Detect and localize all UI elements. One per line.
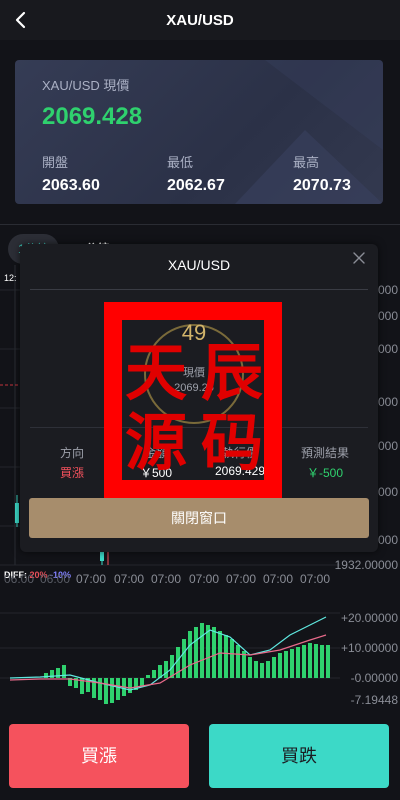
time-axis-tick: 07:00 [300,572,331,586]
stat-high-value: 2070.73 [293,177,351,194]
price-axis-tick: 1932.00000 [334,558,398,572]
quote-symbol-label: XAU/USD 現價 [42,78,130,93]
stamp-char: 天 [125,336,187,409]
section-divider [0,224,400,225]
stat-open-label: 開盤 [42,155,69,170]
stat-low: 最低 2062.67 [167,152,225,195]
time-axis-tick: 06:00 [4,572,35,586]
buy-down-button[interactable]: 買跌 [209,724,389,788]
buy-up-button[interactable]: 買漲 [9,724,189,788]
back-arrow-icon[interactable] [10,9,32,31]
summary-direction-value: 買漲 [59,466,84,480]
macd-axis-tick: +10.00000 [340,641,398,655]
time-axis-tick: 07:00 [76,572,107,586]
macd-axis-tick: -0.00000 [350,671,398,685]
modal-title: XAU/USD [167,257,231,273]
stat-high-label: 最高 [293,155,320,170]
stat-high: 最高 2070.73 [293,152,351,195]
stamp-char: 源 [125,406,187,479]
stat-open: 開盤 2063.60 [42,152,100,195]
quote-card: XAU/USD 現價 2069.428 開盤 2063.60 最低 2062.6… [15,60,383,204]
summary-result: 預測結果 ￥-500 [282,428,368,488]
time-axis-tick: 07:00 [151,572,182,586]
close-window-button[interactable]: 關閉窗口 [29,498,369,538]
summary-direction-label: 方向 [59,446,84,460]
page-title: XAU/USD [166,11,234,29]
app-header: XAU/USD [0,0,400,40]
time-axis-tick: 07:00 [263,572,294,586]
macd-axis-tick: -7.19448 [350,693,398,707]
watermark-stamp: 天 辰 源 码 [104,302,282,498]
stat-low-value: 2062.67 [167,177,225,194]
time-axis-tick: 06:00 [40,572,71,586]
stamp-char: 辰 [201,336,263,409]
summary-result-label: 預測結果 [300,446,349,460]
chart-time-label: 12: [4,273,17,283]
summary-result-value: ￥-500 [306,466,344,480]
order-result-modal: XAU/USD 49 現價 2069.26 方向 買漲 金額 ￥500 執行價 … [20,244,378,552]
time-axis-tick: 07:00 [114,572,145,586]
macd-axis-tick: +20.00000 [340,611,398,625]
stat-low-label: 最低 [167,155,194,170]
time-axis-tick: 07:00 [226,572,257,586]
close-icon[interactable] [352,251,366,265]
stamp-char: 码 [201,406,263,479]
modal-divider [30,289,368,290]
time-axis: 06:00 06:00 07:00 07:00 07:00 07:00 07:0… [0,572,340,586]
summary-direction: 方向 買漲 [30,428,114,488]
current-price: 2069.428 [42,103,143,130]
stat-open-value: 2063.60 [42,177,100,194]
time-axis-tick: 07:00 [189,572,220,586]
